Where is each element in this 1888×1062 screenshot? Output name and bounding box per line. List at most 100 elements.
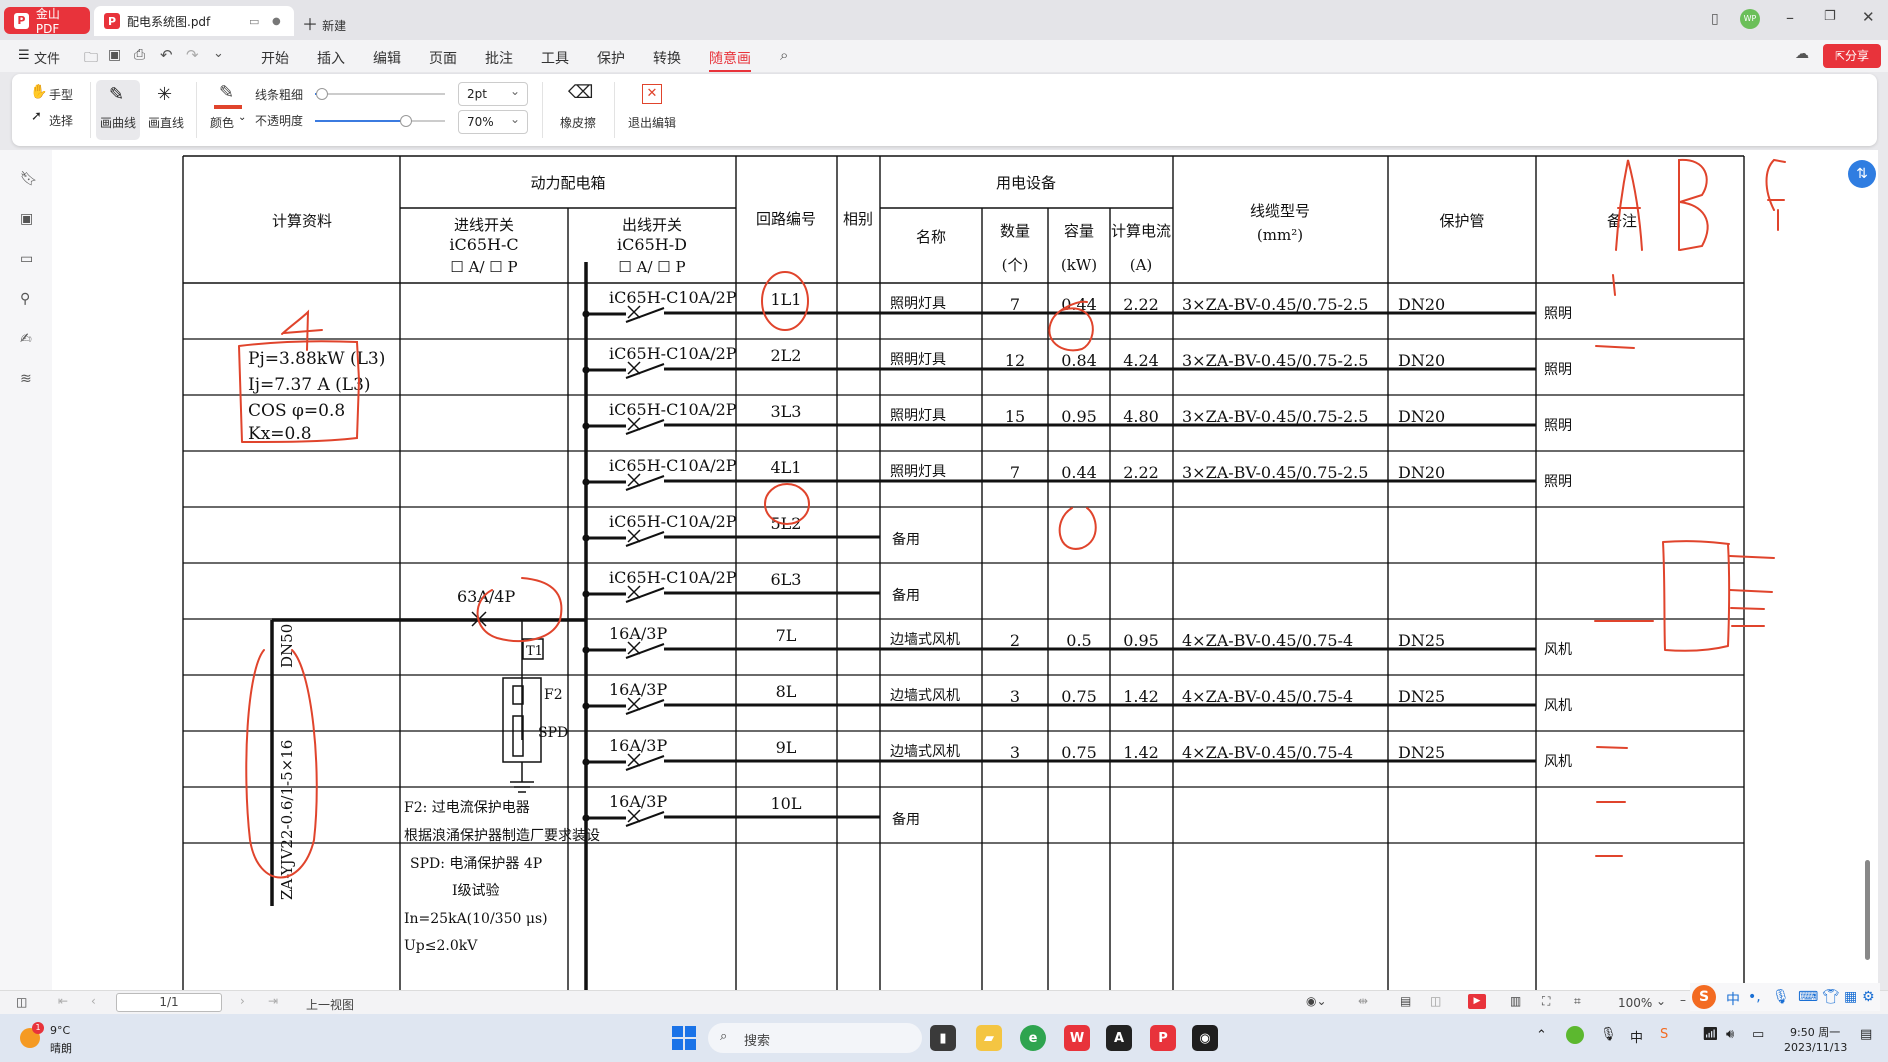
- opacity-slider[interactable]: [315, 115, 445, 127]
- tab-app-home[interactable]: P 金山PDF: [4, 7, 90, 36]
- edge-browser-icon[interactable]: e: [1020, 1025, 1046, 1051]
- fullscreen-icon[interactable]: ⛶: [1542, 994, 1550, 1009]
- fit-width-icon[interactable]: ⇹: [1358, 994, 1368, 1008]
- restore-icon[interactable]: ❐: [1824, 9, 1836, 24]
- next-page-icon[interactable]: ›: [240, 994, 245, 1008]
- hand-icon[interactable]: ✋: [30, 84, 47, 100]
- opacity-select[interactable]: 70%: [458, 110, 528, 134]
- menu-freehand[interactable]: 随意画: [709, 48, 751, 72]
- tray-expand-icon[interactable]: ⌃: [1536, 1028, 1547, 1043]
- scrollbar-thumb[interactable]: [1865, 860, 1870, 960]
- screen-recorder-icon[interactable]: ◉: [1192, 1025, 1218, 1051]
- read-mode-icon[interactable]: ▥: [1510, 994, 1521, 1008]
- line-width-slider[interactable]: [315, 88, 445, 100]
- prev-page-icon[interactable]: ‹: [91, 994, 96, 1008]
- single-page-icon[interactable]: ▤: [1400, 994, 1411, 1008]
- clock-time[interactable]: 9:50 周一: [1790, 1024, 1840, 1040]
- tab-close-icon[interactable]: ●: [272, 16, 281, 27]
- note-line: I级试验: [452, 883, 500, 899]
- share-label: 分享: [1845, 49, 1870, 63]
- clock-date[interactable]: 2023/11/13: [1784, 1041, 1847, 1054]
- menu-edit[interactable]: 编辑: [373, 48, 401, 68]
- search-icon[interactable]: ⌕: [780, 46, 788, 64]
- thumbnail-icon[interactable]: ▣: [20, 212, 34, 226]
- row-equipment-name: 备用: [892, 811, 920, 828]
- select-tool-label[interactable]: 选择: [49, 112, 73, 129]
- menu-protect[interactable]: 保护: [597, 48, 625, 68]
- menu-convert[interactable]: 转换: [653, 48, 681, 68]
- prev-view-button[interactable]: 上一视图: [306, 996, 354, 1013]
- share-button[interactable]: ⇱分享: [1823, 44, 1881, 68]
- cad-app-icon[interactable]: A: [1106, 1025, 1132, 1051]
- two-page-icon[interactable]: ◫: [1430, 994, 1441, 1008]
- vertical-scrollbar[interactable]: [1864, 200, 1872, 980]
- undo-icon[interactable]: ↶: [160, 46, 173, 64]
- new-tab-button[interactable]: ＋ 新建: [302, 11, 346, 35]
- exit-edit-button[interactable]: ✕ 退出编辑: [622, 80, 680, 140]
- eye-mode-icon[interactable]: ◉⌄: [1306, 994, 1327, 1008]
- volume-icon[interactable]: 🔊︎: [1726, 1027, 1734, 1042]
- comment-icon[interactable]: ▭: [20, 252, 34, 266]
- row-loop-number: 10L: [771, 794, 802, 813]
- menu-insert[interactable]: 插入: [317, 48, 345, 68]
- draw-line-label: 画直线: [148, 116, 185, 130]
- opacity-slider-knob[interactable]: [400, 115, 412, 127]
- menu-start[interactable]: 开始: [261, 48, 289, 68]
- wps-pdf-taskbar-icon[interactable]: P: [1150, 1025, 1176, 1051]
- battery-icon[interactable]: ▭: [1752, 1027, 1764, 1042]
- layers-icon[interactable]: ≋: [20, 372, 34, 386]
- menu-annotate[interactable]: 批注: [485, 48, 513, 68]
- wifi-icon[interactable]: 📶︎: [1702, 1027, 1719, 1042]
- zoom-out-icon[interactable]: –: [1680, 993, 1686, 1007]
- close-window-icon[interactable]: ✕: [1862, 8, 1875, 26]
- more-dropdown-icon[interactable]: ⌄: [213, 46, 224, 61]
- last-page-icon[interactable]: ⇥: [268, 994, 278, 1008]
- tab-document[interactable]: P 配电系统图.pdf ▭ ●: [94, 6, 294, 36]
- task-view-icon[interactable]: ▮: [930, 1025, 956, 1051]
- floating-assistant-button[interactable]: ⇅: [1848, 160, 1876, 188]
- attachment-icon[interactable]: ⚲: [20, 292, 34, 306]
- sogou-tray-icon[interactable]: S: [1660, 1027, 1668, 1042]
- color-picker[interactable]: ✎ 颜色 ⌄: [208, 80, 248, 140]
- first-page-icon[interactable]: ⇤: [58, 994, 68, 1008]
- minimize-icon[interactable]: –: [1786, 8, 1794, 27]
- draw-curve-button[interactable]: ✎ 画曲线: [96, 80, 140, 140]
- bookmark-icon[interactable]: 🔖︎: [20, 172, 38, 186]
- crop-icon[interactable]: ⌗: [1574, 994, 1581, 1009]
- page-number-input[interactable]: 1/1: [116, 993, 222, 1012]
- tray-app-icon[interactable]: [1566, 1026, 1584, 1044]
- file-explorer-icon[interactable]: ▰: [976, 1025, 1002, 1051]
- wps-office-icon[interactable]: W: [1064, 1025, 1090, 1051]
- ime-tray-icon[interactable]: 中: [1630, 1027, 1643, 1046]
- microphone-icon[interactable]: 🎙︎: [1600, 1027, 1617, 1042]
- avatar[interactable]: WP: [1740, 9, 1760, 29]
- panel-toggle-icon[interactable]: ◫: [16, 995, 27, 1009]
- redo-icon[interactable]: ↷: [186, 46, 199, 64]
- cloud-icon[interactable]: ☁: [1795, 46, 1809, 62]
- play-icon[interactable]: ▶: [1468, 994, 1486, 1009]
- hamburger-icon[interactable]: ☰: [18, 48, 30, 63]
- open-folder-icon[interactable]: 🗀: [84, 47, 98, 71]
- eraser-button[interactable]: ⌫ 橡皮擦: [550, 80, 606, 140]
- hand-tool-label[interactable]: 手型: [49, 86, 73, 103]
- signature-icon[interactable]: ✍: [20, 332, 34, 346]
- start-windows-icon[interactable]: [672, 1026, 696, 1050]
- zoom-select[interactable]: 100%: [1618, 996, 1652, 1010]
- draw-line-button[interactable]: ✳ 画直线: [144, 80, 188, 140]
- sidebar-toggle-icon[interactable]: ▯: [1711, 11, 1719, 27]
- row-equipment-name: 边墙式风机: [890, 632, 960, 648]
- tab-preview-icon[interactable]: ▭: [249, 15, 259, 28]
- menu-file[interactable]: 文件: [34, 48, 60, 67]
- save-icon[interactable]: ▣: [108, 47, 121, 63]
- taskbar-search[interactable]: ⌕ 搜索: [708, 1023, 922, 1053]
- zoom-dropdown-icon[interactable]: ⌄: [1656, 994, 1666, 1008]
- menu-tools[interactable]: 工具: [541, 48, 569, 68]
- line-width-slider-knob[interactable]: [315, 88, 328, 100]
- notification-icon[interactable]: ▤: [1860, 1027, 1872, 1042]
- pointer-icon[interactable]: ➚: [31, 109, 42, 124]
- print-icon[interactable]: ⎙: [134, 47, 145, 63]
- ime-toolbar[interactable]: S 中 •, 🎙︎ ⌨ 👕︎ ▦ ⚙: [1690, 983, 1880, 1011]
- document-viewport[interactable]: iC65H-C10A/2P 1L1 照明灯具 7 0.44 2.22 3×ZA-BV-0.4…: [52, 150, 1878, 990]
- line-width-select[interactable]: 2pt: [458, 82, 528, 106]
- menu-page[interactable]: 页面: [429, 48, 457, 68]
